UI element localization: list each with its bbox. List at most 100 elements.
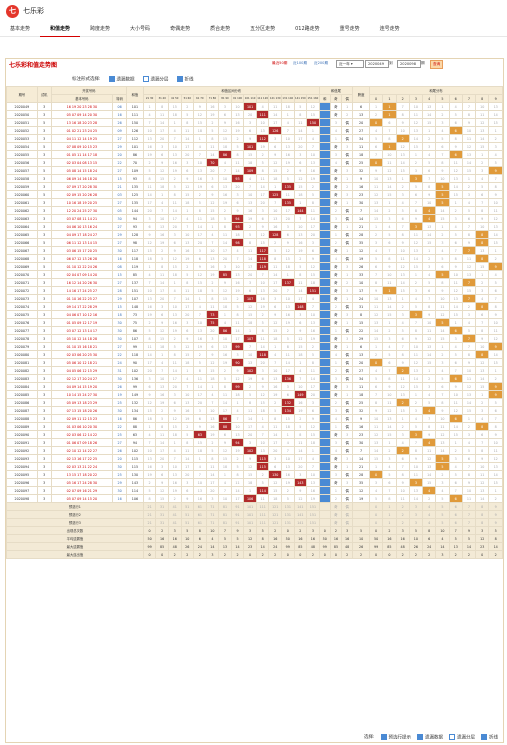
predict-cell[interactable]: 151 — [306, 502, 320, 511]
predict-cell[interactable]: 0 — [368, 510, 384, 519]
predict-cell[interactable]: 0 — [368, 518, 384, 527]
end-issue-input[interactable]: 2020098 — [397, 60, 421, 68]
predict-cell[interactable]: 奇 — [329, 502, 343, 511]
predict-cell[interactable]: 101 — [243, 510, 257, 519]
predict-cell[interactable]: 9 — [488, 502, 503, 511]
predict-cell[interactable]: 3 — [408, 510, 424, 519]
predict-cell[interactable]: 61 — [193, 502, 207, 511]
predict-cell[interactable]: 6 — [448, 518, 463, 527]
predict-cell[interactable]: 101 — [243, 518, 257, 527]
nav-item-5[interactable]: 质合走势 — [200, 22, 240, 36]
predict-row[interactable]: 预选行1 21 31 41 51 61 71 81 91 101 111 121 131 141 151 奇偶… — [6, 502, 503, 511]
period-select[interactable]: 近一年 ▾ — [336, 60, 364, 68]
predict-cell[interactable]: 3 — [408, 518, 424, 527]
bottom-option-1[interactable]: 遗漏数据 — [417, 733, 443, 740]
predict-cell[interactable]: 4 — [422, 510, 437, 519]
predict-cell[interactable]: 8 — [475, 510, 490, 519]
predict-cell[interactable] — [318, 510, 331, 519]
predict-cell[interactable]: 1 — [382, 510, 397, 519]
predict-cell[interactable]: 111 — [255, 518, 270, 527]
predict-label[interactable]: 预选行1 — [6, 502, 144, 511]
nav-item-6[interactable]: 五分区走势 — [240, 22, 285, 36]
predict-cell[interactable]: 21 — [142, 510, 157, 519]
predict-cell[interactable]: 7 — [461, 518, 477, 527]
app-logo[interactable]: 七 — [6, 4, 19, 18]
predict-cell[interactable]: 1 — [382, 518, 397, 527]
predict-cell[interactable]: 4 — [422, 518, 437, 527]
predict-cell[interactable]: 2 — [395, 510, 410, 519]
predict-cell[interactable]: 偶 — [341, 518, 354, 527]
predict-cell[interactable]: 9 — [488, 510, 503, 519]
predict-cell[interactable]: 6 — [448, 510, 463, 519]
predict-cell[interactable]: 61 — [193, 510, 207, 519]
nav-item-3[interactable]: 大小号码 — [120, 22, 160, 36]
predict-cell[interactable]: 21 — [142, 502, 157, 511]
predict-cell[interactable] — [318, 518, 331, 527]
predict-cell[interactable]: 51 — [180, 510, 195, 519]
predict-cell[interactable]: 21 — [142, 518, 157, 527]
checkbox-icon[interactable] — [481, 733, 487, 740]
predict-cell[interactable]: 71 — [205, 518, 220, 527]
predict-cell[interactable]: 31 — [155, 518, 169, 527]
predict-cell[interactable]: 51 — [180, 518, 195, 527]
predict-cell[interactable]: 121 — [268, 518, 282, 527]
recent-200-link[interactable]: 近200期 — [314, 61, 328, 66]
predict-cell[interactable]: 91 — [230, 518, 245, 527]
predict-cell[interactable]: 111 — [255, 502, 270, 511]
nav-item-2[interactable]: 跨度走势 — [80, 22, 120, 36]
predict-cell[interactable]: 7 — [461, 510, 477, 519]
predict-cell[interactable]: 偶 — [341, 510, 354, 519]
predict-cell[interactable]: 奇 — [329, 510, 343, 519]
predict-cell[interactable]: 111 — [255, 510, 270, 519]
predict-row[interactable]: 预选行3 21 31 41 51 61 71 81 91 101 111 121 131 141 151 奇偶… — [6, 518, 503, 527]
predict-cell[interactable]: 101 — [243, 502, 257, 511]
predict-cell[interactable] — [318, 502, 331, 511]
nav-item-9[interactable]: 连号走势 — [370, 22, 410, 36]
nav-item-7[interactable]: 012路走势 — [285, 22, 330, 36]
predict-cell[interactable]: 41 — [167, 518, 182, 527]
predict-cell[interactable]: 131 — [281, 510, 295, 519]
bottom-option-3[interactable]: 折线 — [481, 733, 498, 740]
checkbox-icon[interactable] — [417, 733, 423, 740]
predict-cell[interactable]: 81 — [218, 518, 232, 527]
marker-option-1[interactable]: 遗漏分层 — [142, 76, 169, 83]
marker-option-0[interactable]: 遗漏数据 — [108, 76, 135, 83]
nav-item-1[interactable]: 和值走势 — [40, 22, 81, 37]
predict-cell[interactable] — [352, 518, 370, 527]
bottom-option-0[interactable]: 预选行提示 — [380, 733, 411, 740]
predict-cell[interactable]: 偶 — [341, 502, 354, 511]
checkbox-icon[interactable] — [176, 76, 183, 82]
predict-cell[interactable]: 4 — [422, 502, 437, 511]
predict-cell[interactable]: 81 — [218, 510, 232, 519]
predict-cell[interactable]: 71 — [205, 510, 220, 519]
predict-cell[interactable]: 2 — [395, 518, 410, 527]
nav-item-0[interactable]: 基本走势 — [0, 22, 40, 36]
predict-cell[interactable]: 5 — [435, 510, 450, 519]
marker-option-2[interactable]: 折线 — [176, 76, 194, 83]
predict-cell[interactable]: 5 — [435, 518, 450, 527]
predict-cell[interactable]: 41 — [167, 502, 182, 511]
predict-cell[interactable]: 41 — [167, 510, 182, 519]
predict-cell[interactable]: 7 — [461, 502, 477, 511]
predict-cell[interactable]: 2 — [395, 502, 410, 511]
predict-cell[interactable]: 0 — [368, 502, 384, 511]
nav-item-4[interactable]: 奇偶走势 — [160, 22, 200, 36]
predict-cell[interactable]: 51 — [180, 502, 195, 511]
checkbox-icon[interactable] — [380, 733, 387, 740]
predict-cell[interactable]: 5 — [435, 502, 450, 511]
predict-cell[interactable]: 141 — [293, 502, 308, 511]
predict-cell[interactable]: 131 — [281, 502, 295, 511]
predict-cell[interactable] — [352, 510, 370, 519]
predict-cell[interactable]: 8 — [475, 518, 490, 527]
predict-cell[interactable]: 31 — [155, 510, 169, 519]
nav-item-8[interactable]: 重号走势 — [330, 22, 370, 36]
predict-cell[interactable]: 9 — [488, 518, 503, 527]
predict-cell[interactable]: 141 — [293, 510, 308, 519]
start-issue-input[interactable]: 2020049 — [365, 60, 389, 68]
checkbox-icon[interactable] — [108, 76, 115, 82]
predict-label[interactable]: 预选行3 — [6, 518, 144, 527]
predict-cell[interactable]: 8 — [475, 502, 490, 511]
predict-cell[interactable]: 71 — [205, 502, 220, 511]
predict-cell[interactable]: 61 — [193, 518, 207, 527]
query-button[interactable]: 查询 — [430, 60, 444, 69]
